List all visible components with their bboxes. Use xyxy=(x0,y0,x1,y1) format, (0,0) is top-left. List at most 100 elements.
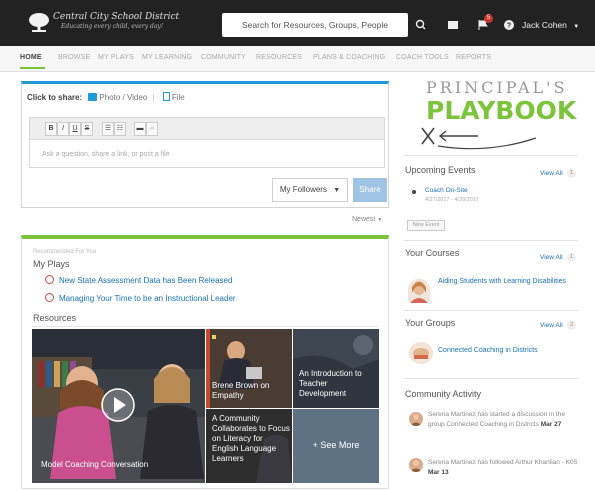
numbered-list-button[interactable]: ☰ xyxy=(102,122,114,136)
share-composer: Click to share: Photo / Video | File B I… xyxy=(21,81,389,208)
new-event-button[interactable]: New Event xyxy=(407,220,445,231)
nav-browse[interactable]: BROWSE xyxy=(58,54,90,61)
groups-view-all[interactable]: View All xyxy=(540,322,563,329)
group-thumbnail xyxy=(409,342,433,364)
messages-button[interactable] xyxy=(442,13,464,37)
link-button[interactable]: ▬ xyxy=(134,122,146,136)
group-link[interactable]: Connected Coaching in Districts xyxy=(438,347,538,354)
sort-dropdown[interactable]: Newest ▼ xyxy=(352,216,382,223)
underline-button[interactable]: U xyxy=(69,122,81,136)
share-label: Click to share: xyxy=(27,93,83,102)
my-plays-title: My Plays xyxy=(33,259,70,269)
search-icon xyxy=(415,19,426,30)
resources-title: Resources xyxy=(33,313,77,323)
unlink-icon: ∞ xyxy=(149,125,155,132)
nav-my-plays[interactable]: MY PLAYS xyxy=(98,54,134,61)
editor-toolbar: B I U S ☰ ☷ ▬ ∞ xyxy=(30,118,384,140)
events-view-all[interactable]: View All xyxy=(540,170,563,177)
help-icon: ? xyxy=(504,20,514,30)
play-title: Managing Your Time to be an Instructiona… xyxy=(59,294,236,303)
audience-dropdown[interactable]: My Followers ▼ xyxy=(272,178,348,202)
playbook-scribble-icon xyxy=(421,127,537,150)
bullet-list-icon: ☷ xyxy=(116,125,124,132)
nav-my-learning[interactable]: MY LEARNING xyxy=(142,54,192,61)
nav-community[interactable]: COMMUNITY xyxy=(201,54,246,61)
avatar xyxy=(409,412,423,426)
bullet-list-button[interactable]: ☷ xyxy=(114,122,126,136)
event-date: 4/27/2017 - 4/28/2017 xyxy=(425,197,479,203)
chevron-down-icon: ▼ xyxy=(573,24,580,30)
courses-title: Your Courses xyxy=(405,248,460,258)
district-logo[interactable]: Central City School District Educating e… xyxy=(28,12,180,36)
avatar xyxy=(409,458,423,472)
nav-plans-coaching[interactable]: PLANS & COACHING xyxy=(313,54,385,61)
brand-playbook: PLAYBOOK xyxy=(426,96,577,125)
activity-title: Community Activity xyxy=(405,389,482,399)
resource-tile[interactable]: Brene Brown on Empathy xyxy=(206,329,292,408)
divider xyxy=(403,155,578,156)
resource-tile[interactable]: An Introduction to Teacher Development xyxy=(293,329,379,408)
activity-item[interactable]: Serena Martinez has followed Arthur Khan… xyxy=(428,458,578,478)
district-tagline: Educating every child, every day! xyxy=(61,23,164,30)
active-tab-indicator xyxy=(20,67,45,69)
search-button[interactable] xyxy=(410,13,432,37)
top-bar: Central City School District Educating e… xyxy=(0,0,595,46)
editor-placeholder: Ask a question, share a link, or post a … xyxy=(42,151,170,158)
activity-date: Mar 13 xyxy=(428,469,449,476)
resource-caption: Model Coaching Conversation xyxy=(41,460,149,469)
nav-coach-tools[interactable]: COACH TOOLS xyxy=(396,54,449,61)
resource-caption: An Introduction to Teacher Development xyxy=(299,369,362,398)
district-name: Central City School District xyxy=(53,12,180,22)
help-button[interactable]: ? xyxy=(498,13,520,37)
nav-resources[interactable]: RESOURCES xyxy=(256,54,302,61)
option-separator: | xyxy=(152,93,155,102)
tree-logo-icon xyxy=(29,13,49,32)
play-video-icon[interactable] xyxy=(100,387,136,423)
resource-caption: Brene Brown on Empathy xyxy=(212,381,270,400)
play-link[interactable]: New State Assessment Data has Been Relea… xyxy=(45,275,232,285)
resource-tile-video[interactable]: Model Coaching Conversation xyxy=(32,329,205,483)
activity-date: Mar 27 xyxy=(540,421,562,428)
course-link[interactable]: Aiding Students with Learning Disabiliti… xyxy=(438,278,566,285)
share-button[interactable]: Share xyxy=(353,178,387,202)
post-editor[interactable]: B I U S ☰ ☷ ▬ ∞ Ask a question, share a … xyxy=(29,117,385,168)
bold-button[interactable]: B xyxy=(45,122,57,136)
activity-item[interactable]: Serena Martinez has started a discussion… xyxy=(428,410,578,430)
groups-title: Your Groups xyxy=(405,318,456,328)
file-option[interactable]: File xyxy=(172,93,185,102)
photo-video-option[interactable]: Photo / Video xyxy=(99,93,147,102)
course-thumbnail xyxy=(408,279,430,303)
link-icon: ▬ xyxy=(136,125,144,132)
svg-text:?: ? xyxy=(507,23,511,30)
play-title: New State Assessment Data has Been Relea… xyxy=(59,276,233,285)
italic-button[interactable]: I xyxy=(57,122,69,136)
see-more-tile[interactable]: + See More xyxy=(293,409,379,483)
event-link[interactable]: Coach On-Site xyxy=(425,187,468,194)
resource-tile[interactable]: A Community Collaborates to Focus on Lit… xyxy=(206,409,292,483)
courses-count: 1 xyxy=(567,253,576,262)
divider xyxy=(403,378,578,379)
recommended-card: Recommended For You My Plays New State A… xyxy=(21,235,389,489)
unlink-button[interactable]: ∞ xyxy=(146,122,158,136)
divider xyxy=(403,310,578,311)
courses-view-all[interactable]: View All xyxy=(540,254,563,261)
brand-principals: PRINCIPAL'S xyxy=(426,78,568,97)
bullet-icon xyxy=(412,190,416,194)
caret-down-icon: ▼ xyxy=(333,187,341,194)
search-input[interactable]: Search for Resources, Groups, People xyxy=(222,13,408,37)
strikethrough-button[interactable]: S xyxy=(81,122,93,136)
nav-reports[interactable]: REPORTS xyxy=(456,54,491,61)
file-icon xyxy=(162,92,170,101)
recommended-label: Recommended For You xyxy=(33,249,97,255)
numbered-list-icon: ☰ xyxy=(104,125,112,132)
activity-text: Serena Martinez has followed Arthur Khan… xyxy=(428,459,578,466)
sort-label: Newest xyxy=(352,216,376,223)
groups-count: 2 xyxy=(567,321,576,330)
play-icon xyxy=(45,275,54,284)
notifications-button[interactable]: 5 xyxy=(472,13,494,37)
play-icon xyxy=(45,293,54,302)
nav-home[interactable]: HOME xyxy=(20,54,42,61)
play-link[interactable]: Managing Your Time to be an Instructiona… xyxy=(45,293,236,303)
user-menu[interactable]: Jack Cohen ▼ xyxy=(522,13,579,37)
events-title: Upcoming Events xyxy=(405,165,476,175)
